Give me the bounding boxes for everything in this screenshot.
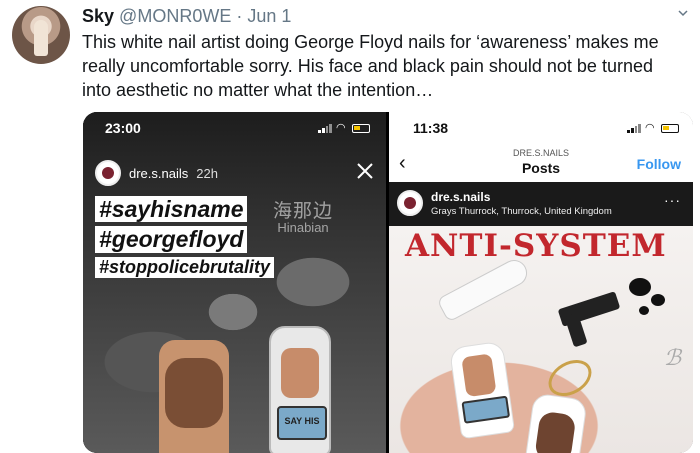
splatter <box>651 294 665 306</box>
separator: · <box>231 6 248 26</box>
portrait-face <box>165 358 223 428</box>
battery-icon <box>352 123 370 133</box>
armband: SAY HIS <box>277 406 327 440</box>
system-icons: ◠ <box>318 122 370 134</box>
splatter <box>629 278 651 296</box>
fist-illustration <box>461 353 497 398</box>
artwork-title: ANTI-SYSTEM <box>405 228 667 264</box>
wifi-icon: ◠ <box>645 122 655 134</box>
system-icons: ◠ <box>627 122 679 134</box>
armband <box>461 395 511 424</box>
tweet-media[interactable]: 23:00 ◠ dre.s.nails 22h #sayhisname #geo… <box>83 112 693 453</box>
signal-icon <box>318 123 332 133</box>
watermark-en: Hinabian <box>277 220 329 235</box>
chevron-down-icon[interactable] <box>678 8 688 18</box>
follow-button[interactable]: Follow <box>637 156 681 172</box>
story-avatar[interactable] <box>95 160 121 186</box>
tweet-card[interactable]: Sky @MONR0WE · Jun 1 This white nail art… <box>0 0 700 453</box>
post-header: dre.s.nails Grays Thurrock, Thurrock, Un… <box>389 182 693 226</box>
more-options-icon[interactable]: ··· <box>664 192 681 208</box>
story-time: 22h <box>196 165 218 181</box>
post-username[interactable]: dre.s.nails <box>431 190 490 204</box>
post-avatar[interactable] <box>397 190 423 216</box>
post-topbar: 11:38 ◠ ‹ DRE.S.NAILS Posts Follow <box>389 112 693 182</box>
story-username[interactable]: dre.s.nails <box>129 166 188 181</box>
artist-signature: ℬ <box>663 346 681 371</box>
hashtag-sticker[interactable]: #sayhisname <box>95 196 248 223</box>
close-icon[interactable] <box>354 160 376 182</box>
status-time: 11:38 <box>413 120 449 136</box>
story-user[interactable]: dre.s.nails 22h <box>95 160 218 186</box>
wifi-icon: ◠ <box>336 122 346 134</box>
portrait-nail <box>524 392 588 453</box>
signal-icon <box>627 123 641 133</box>
hashtag-stickers: #sayhisname #georgefloyd #stoppolicebrut… <box>95 196 275 282</box>
story-screenshot[interactable]: 23:00 ◠ dre.s.nails 22h #sayhisname #geo… <box>83 112 386 453</box>
handle[interactable]: @MONR0WE <box>119 6 231 26</box>
tweet-header: Sky @MONR0WE · Jun 1 <box>82 4 291 28</box>
watermark: 海那边 Hinabian <box>273 201 334 236</box>
display-name[interactable]: Sky <box>82 6 114 26</box>
status-time: 23:00 <box>105 120 141 136</box>
watermark-cn: 海那边 <box>273 201 334 222</box>
fist-illustration <box>281 348 319 398</box>
avatar-figure <box>34 20 48 56</box>
avatar[interactable] <box>12 6 70 64</box>
splatter <box>639 306 649 315</box>
post-image[interactable]: ANTI-SYSTEM ℬ <box>389 226 693 453</box>
hashtag-sticker[interactable]: #georgefloyd <box>95 226 248 253</box>
fist-nail: SAY HIS <box>269 326 331 453</box>
tweet-date[interactable]: Jun 1 <box>247 6 291 26</box>
tweet-text: This white nail artist doing George Floy… <box>82 32 659 100</box>
portrait-nail <box>159 340 229 453</box>
post-location[interactable]: Grays Thurrock, Thurrock, United Kingdom <box>431 206 612 217</box>
post-screenshot[interactable]: 11:38 ◠ ‹ DRE.S.NAILS Posts Follow dre.s… <box>389 112 693 453</box>
battery-icon <box>661 123 679 133</box>
portrait-face <box>534 410 577 453</box>
hashtag-sticker[interactable]: #stoppolicebrutality <box>95 256 275 278</box>
